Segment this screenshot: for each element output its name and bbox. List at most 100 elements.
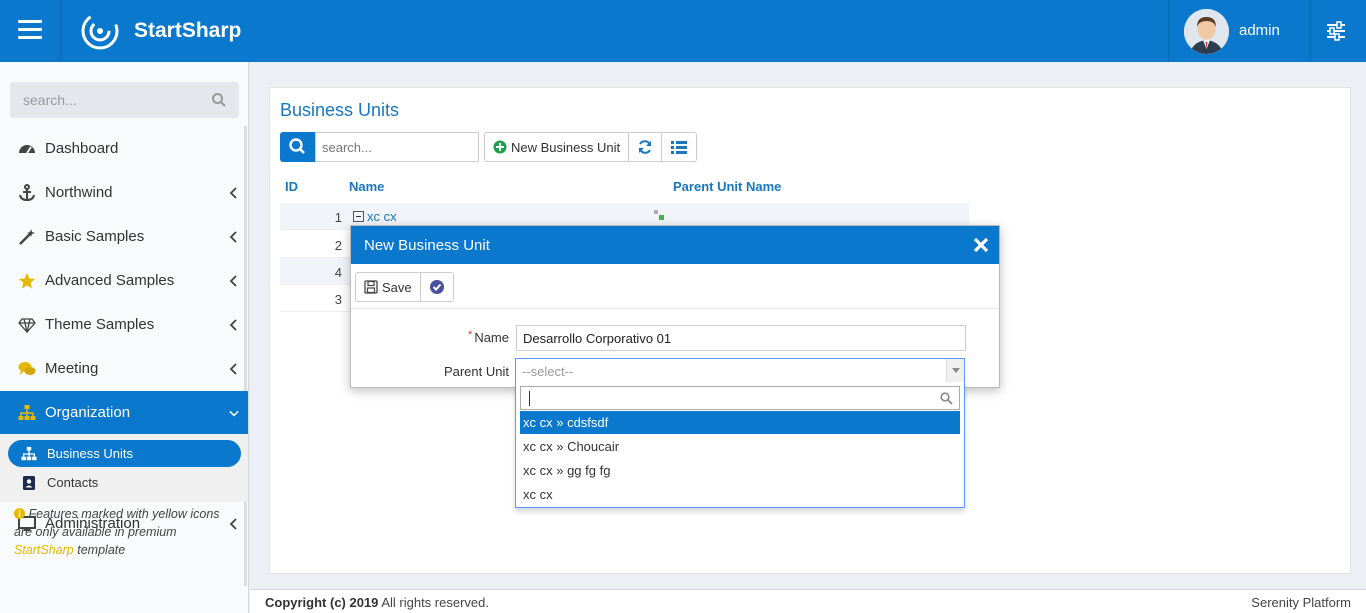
dialog-title: New Business Unit [364,237,490,254]
copyright-rest: All rights reserved. [381,595,489,610]
organization-submenu: Business Units Contacts [0,434,248,502]
sidebar-item-advanced-samples[interactable]: Advanced Samples [0,259,248,303]
quick-search-input[interactable] [315,132,479,162]
dropdown-option[interactable]: xc cx [520,483,960,506]
column-picker-button[interactable] [662,133,696,161]
premium-note: Features marked with yellow icons are on… [14,505,239,559]
close-icon[interactable] [972,236,990,254]
star-icon [19,273,35,289]
sitemap-icon [21,446,37,461]
check-circle-icon [429,280,444,294]
sidebar-search-placeholder: search... [23,92,77,108]
cell-id: 3 [334,292,342,307]
new-business-unit-button[interactable]: New Business Unit [485,133,630,161]
tree-node-icon [654,210,664,220]
info-icon [14,508,25,519]
dialog-titlebar[interactable]: New Business Unit [351,226,999,264]
save-button[interactable]: Save [356,273,421,301]
sidebar-item-organization[interactable]: Organization [0,391,248,435]
column-header-parent-unit-name[interactable]: Parent Unit Name [673,179,781,194]
new-business-unit-label: New Business Unit [511,139,621,155]
sidebar-item-basic-samples[interactable]: Basic Samples [0,215,248,259]
sidebar-item-northwind[interactable]: Northwind [0,171,248,215]
cell-name[interactable]: xc cx [353,209,397,224]
name-field-label: * Name [451,329,509,345]
save-label: Save [382,279,412,295]
top-navbar: StartSharp admin [0,0,1366,62]
quick-search-button[interactable] [280,132,315,162]
sidebar-subitem-label: Contacts [47,475,99,490]
chevron-down-icon [229,410,239,417]
chevron-left-icon [229,187,237,199]
chevron-left-icon [229,231,237,243]
header-divider [60,0,61,62]
add-icon [493,140,507,154]
anchor-icon [19,184,35,202]
search-icon [289,138,305,154]
dropdown-option[interactable]: xc cx » cdsfsdf [520,411,960,434]
grid-toolbar: New Business Unit [484,132,698,162]
sidebar-item-theme-samples[interactable]: Theme Samples [0,303,248,347]
premium-note-brand[interactable]: StartSharp [14,543,74,557]
column-header-id[interactable]: ID [285,179,298,194]
username[interactable]: admin [1239,22,1280,39]
name-field[interactable] [516,325,966,351]
magic-wand-icon [19,229,35,245]
sidebar-item-label: Northwind [45,184,113,201]
sidebar-item-dashboard[interactable]: Dashboard [0,127,248,171]
dropdown-arrow-icon[interactable] [946,359,964,382]
chevron-left-icon [229,275,237,287]
dialog-divider [351,308,999,309]
dropdown-option[interactable]: xc cx » gg fg fg [520,459,960,482]
refresh-button[interactable] [629,133,663,161]
sidebar-subitem-contacts[interactable]: Contacts [8,469,241,496]
sidebar-subitem-business-units[interactable]: Business Units [8,440,241,467]
menu-icon[interactable] [18,20,42,40]
avatar[interactable] [1184,9,1229,54]
header-divider [1168,0,1169,62]
cell-id: 4 [334,265,342,280]
sidebar-subitem-label: Business Units [47,446,133,461]
column-header-name[interactable]: Name [349,179,384,194]
sliders-icon[interactable] [1325,20,1347,42]
header-divider [1310,0,1311,62]
logo-icon [81,12,119,50]
sidebar-item-label: Advanced Samples [45,272,175,289]
select-placeholder: --select-- [522,364,574,379]
sidebar-search-input[interactable]: search... [10,82,239,118]
floppy-icon [364,280,378,294]
platform-label: Serenity Platform [1251,595,1351,610]
name-label-text: Name [474,330,509,345]
footer: Copyright (c) 2019 All rights reserved. … [250,589,1366,613]
copyright: Copyright (c) 2019 All rights reserved. [265,595,489,610]
diamond-icon [18,318,36,333]
comments-icon [18,362,36,375]
sidebar-item-label: Basic Samples [45,228,145,245]
chevron-left-icon [229,363,237,375]
search-icon [212,93,226,107]
dropdown-option[interactable]: xc cx » Choucair [520,435,960,458]
search-icon [940,392,953,405]
dialog-toolbar: Save [355,272,454,302]
sidebar-item-meeting[interactable]: Meeting [0,347,248,391]
cell-id: 1 [334,210,342,225]
cell-id: 2 [334,238,342,253]
sitemap-icon [18,405,36,420]
premium-note-text: Features marked with yellow icons are on… [14,507,220,539]
sidebar-item-label: Theme Samples [45,316,155,333]
dropdown-search-input[interactable] [520,386,960,410]
page-title: Business Units [280,100,400,120]
premium-note-suffix: template [77,543,126,557]
sidebar-item-label: Organization [45,404,131,421]
collapse-toggle[interactable] [353,211,364,222]
sidebar-item-label: Dashboard [45,140,119,157]
cell-name-text: xc cx [367,209,397,224]
copyright-bold: Copyright (c) 2019 [265,595,379,610]
list-icon [671,141,688,154]
parent-unit-select[interactable]: --select-- [515,358,965,383]
sidebar-item-label: Meeting [45,360,99,377]
brand-name[interactable]: StartSharp [134,19,241,43]
dashboard-icon [19,145,35,154]
contact-book-icon [23,476,35,490]
apply-button[interactable] [421,273,453,301]
